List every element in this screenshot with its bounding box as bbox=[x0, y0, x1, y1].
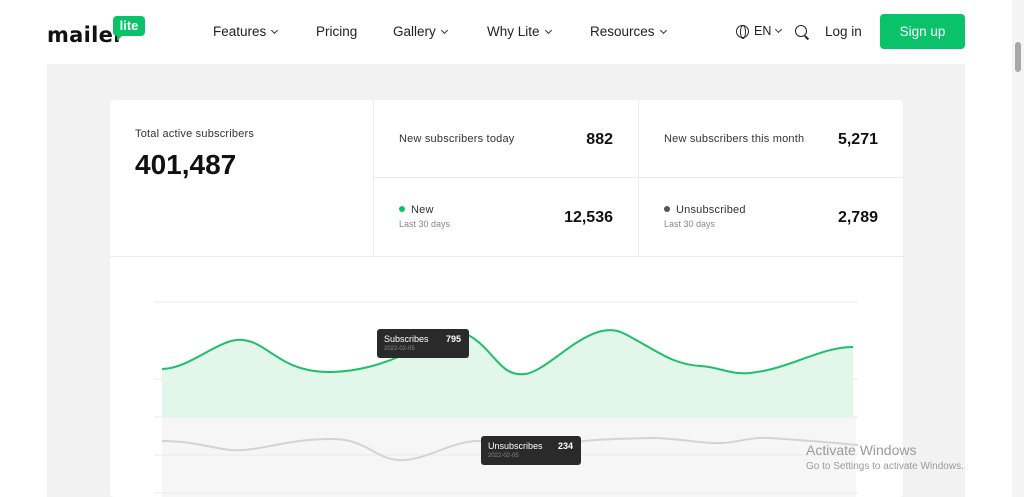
nav-features[interactable]: Features bbox=[213, 24, 279, 39]
new-today-panel: New subscribers today 882 bbox=[374, 100, 639, 178]
new-30-days-value: 12,536 bbox=[564, 209, 613, 226]
unsub-label-text: Unsubscribed bbox=[676, 204, 746, 216]
scrollbar-thumb[interactable] bbox=[1015, 42, 1021, 72]
top-navigation: mailer lite Features Pricing Gallery Why… bbox=[0, 0, 1012, 64]
total-active-value: 401,487 bbox=[135, 149, 237, 180]
nav-gallery-label: Gallery bbox=[393, 24, 436, 39]
language-label: EN bbox=[754, 24, 772, 38]
scrollbar-track[interactable] bbox=[1012, 0, 1024, 497]
nav-why-lite[interactable]: Why Lite bbox=[487, 24, 552, 39]
tooltip-unsubscribes-date: 2022-02-05 bbox=[488, 453, 519, 459]
chevron-down-icon bbox=[544, 26, 552, 34]
tooltip-subscribes-date: 2022-02-05 bbox=[384, 346, 415, 352]
nav-resources-label: Resources bbox=[590, 24, 655, 39]
green-dot-icon bbox=[399, 206, 405, 212]
chevron-down-icon bbox=[775, 25, 783, 34]
tooltip-unsubscribes-value: 234 bbox=[557, 441, 573, 451]
new-period: Last 30 days bbox=[399, 219, 451, 229]
globe-icon bbox=[736, 24, 749, 39]
chevron-down-icon bbox=[440, 26, 448, 34]
search-icon[interactable] bbox=[795, 25, 807, 37]
login-link[interactable]: Log in bbox=[825, 24, 862, 39]
watermark-subtitle: Go to Settings to activate Windows. bbox=[806, 461, 964, 472]
windows-activation-watermark: Activate Windows Go to Settings to activ… bbox=[806, 442, 964, 472]
subscribes-tooltip: Subscribes 795 2022-02-05 bbox=[377, 329, 469, 358]
chevron-down-icon bbox=[271, 26, 279, 34]
unsub-period: Last 30 days bbox=[664, 219, 716, 229]
tooltip-subscribes-label: Subscribes bbox=[384, 334, 429, 344]
chevron-down-icon bbox=[659, 26, 667, 34]
new-30-days-panel: New Last 30 days 12,536 bbox=[374, 178, 639, 257]
unsubscribed-value: 2,789 bbox=[837, 209, 878, 226]
new-legend-label: New bbox=[399, 204, 450, 216]
signup-button[interactable]: Sign up bbox=[880, 14, 965, 49]
new-label-text: New bbox=[411, 204, 434, 216]
nav-resources[interactable]: Resources bbox=[590, 24, 667, 39]
logo-badge: lite bbox=[113, 16, 145, 41]
nav-pricing[interactable]: Pricing bbox=[316, 24, 357, 39]
nav-pricing-label: Pricing bbox=[316, 24, 358, 39]
new-month-panel: New subscribers this month 5,271 bbox=[639, 100, 903, 178]
new-today-value: 882 bbox=[586, 131, 613, 148]
gray-dot-icon bbox=[664, 206, 670, 212]
new-today-label: New subscribers today bbox=[399, 133, 515, 145]
unsub-legend-label: Unsubscribed bbox=[664, 204, 746, 216]
unsubscribes-tooltip: Unsubscribes 234 2022-02-05 bbox=[481, 436, 581, 465]
total-active-panel: Total active subscribers 401,487 bbox=[110, 100, 374, 257]
nav-features-label: Features bbox=[213, 24, 267, 39]
language-selector[interactable]: EN bbox=[736, 24, 783, 39]
total-active-label: Total active subscribers bbox=[135, 128, 255, 140]
nav-gallery[interactable]: Gallery bbox=[393, 24, 448, 39]
tooltip-subscribes-value: 795 bbox=[445, 334, 461, 344]
watermark-title: Activate Windows bbox=[806, 442, 917, 458]
new-month-value: 5,271 bbox=[837, 131, 878, 148]
tooltip-unsubscribes-label: Unsubscribes bbox=[488, 441, 543, 451]
new-month-label: New subscribers this month bbox=[664, 133, 805, 145]
nav-why-lite-label: Why Lite bbox=[487, 24, 540, 39]
unsubscribed-panel: Unsubscribed Last 30 days 2,789 bbox=[639, 178, 903, 257]
